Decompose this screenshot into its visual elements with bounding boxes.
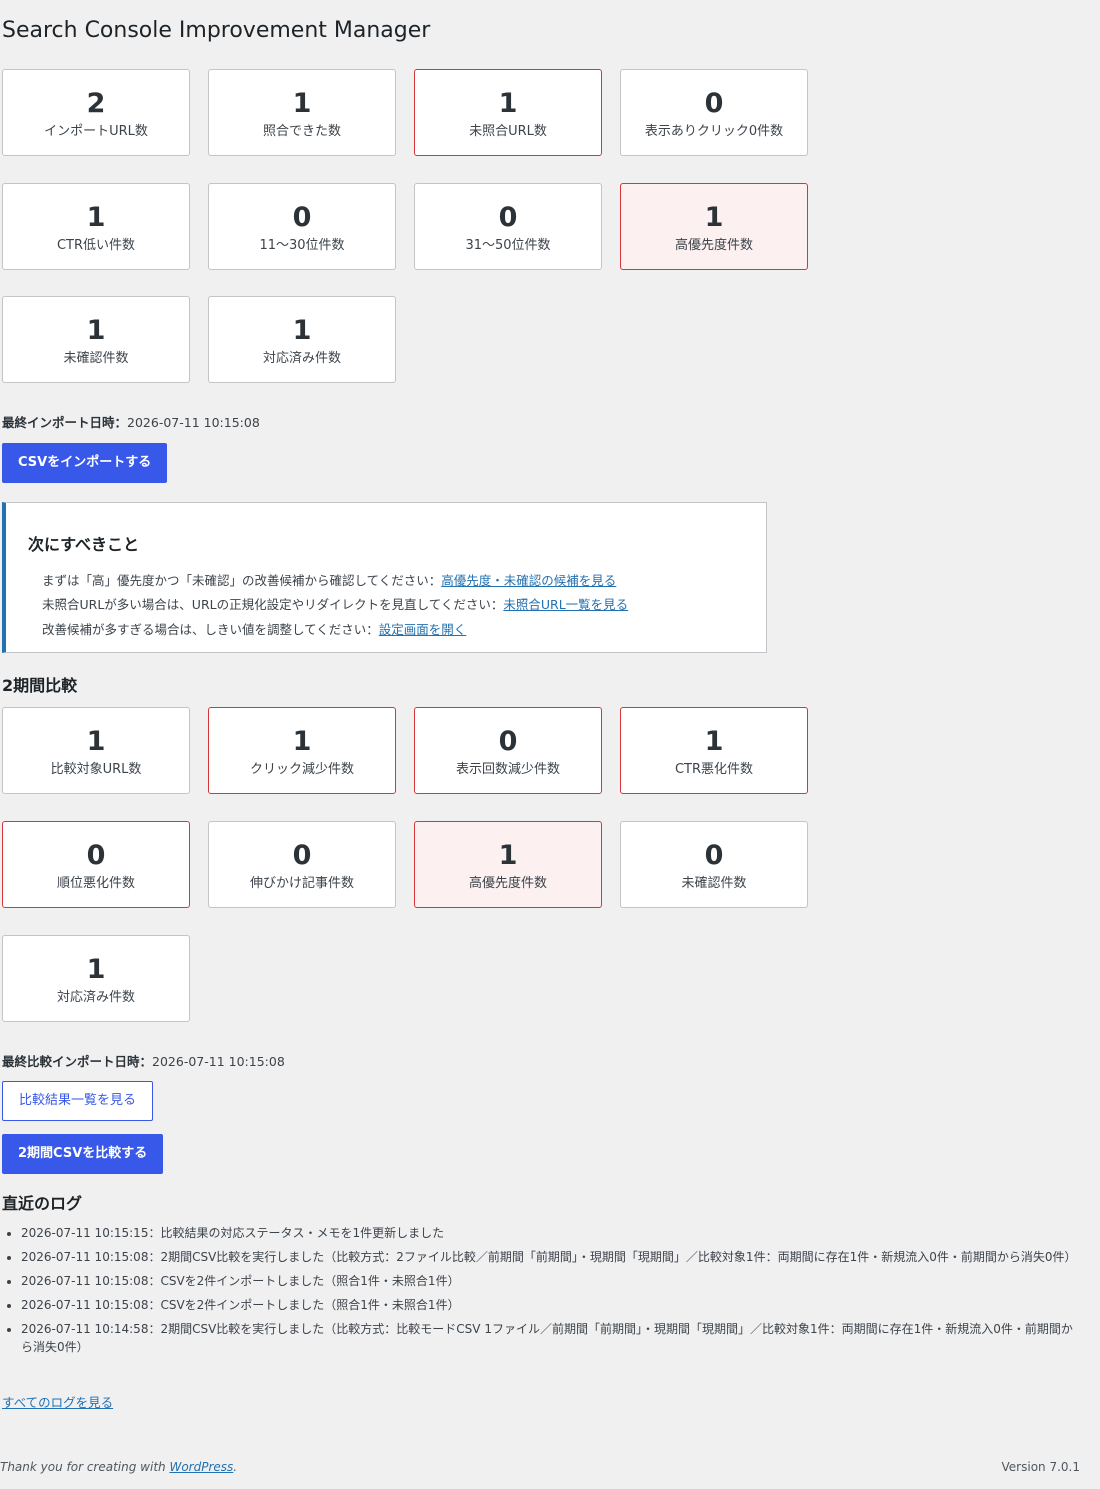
- stat-card: 0 伸びかけ記事件数: [208, 821, 396, 908]
- stat-value: 1: [704, 726, 724, 757]
- stat-value: 0: [498, 726, 518, 757]
- stat-label: 対応済み件数: [56, 990, 135, 1005]
- stat-label: 11〜30位件数: [259, 238, 345, 253]
- next-step-line: 未照合URLが多い場合は、URLの正規化設定やリダイレクトを見直してください：未…: [42, 597, 629, 612]
- stat-card: 1 クリック減少件数: [208, 707, 396, 794]
- stat-value: 1: [86, 726, 106, 757]
- high-priority-unconfirmed-link[interactable]: 高優先度・未確認の候補を見る: [441, 573, 616, 588]
- stat-value: 1: [292, 315, 312, 346]
- stat-card: 1 未確認件数: [2, 296, 190, 383]
- log-item: 2026-07-11 10:15:08：2期間CSV比較を実行しました（比較方式…: [21, 1248, 1084, 1266]
- stat-card: 1 対応済み件数: [2, 935, 190, 1022]
- stat-card: 0 順位悪化件数: [2, 821, 190, 908]
- stat-value: 0: [704, 840, 724, 871]
- stat-card: 1 対応済み件数: [208, 296, 396, 383]
- page-title: Search Console Improvement Manager: [2, 18, 431, 43]
- stat-card: 1 CTR低い件数: [2, 183, 190, 270]
- stat-label: 31〜50位件数: [465, 238, 551, 253]
- stat-value: 1: [498, 88, 518, 119]
- stat-value: 1: [86, 202, 106, 233]
- stat-label: 比較対象URL数: [50, 762, 142, 777]
- stat-card: 1 未照合URL数: [414, 69, 602, 156]
- footer-version: Version 7.0.1: [1001, 1460, 1080, 1474]
- view-comparison-results-button[interactable]: 比較結果一覧を見る: [2, 1081, 154, 1121]
- stat-label: 未確認件数: [681, 876, 747, 891]
- next-step-line: 改善候補が多すぎる場合は、しきい値を調整してください：設定画面を開く: [42, 622, 467, 637]
- stat-label: 高優先度件数: [468, 876, 547, 891]
- stat-card: 1 照合できた数: [208, 69, 396, 156]
- stat-value: 0: [292, 202, 312, 233]
- stat-label: 未確認件数: [63, 351, 129, 366]
- unmatched-url-list-link[interactable]: 未照合URL一覧を見る: [503, 597, 628, 612]
- stat-label: 未照合URL数: [469, 124, 547, 139]
- wordpress-link[interactable]: WordPress: [169, 1460, 233, 1474]
- compare-two-periods-button[interactable]: 2期間CSVを比較する: [2, 1134, 164, 1174]
- stat-label: 照合できた数: [262, 124, 341, 139]
- last-import-label: 最終インポート日時：: [2, 415, 128, 430]
- log-item: 2026-07-11 10:15:08：CSVを2件インポートしました（照合1件…: [21, 1272, 1084, 1290]
- stat-value: 0: [86, 840, 106, 871]
- log-item: 2026-07-11 10:14:58：2期間CSV比較を実行しました（比較方式…: [21, 1320, 1084, 1356]
- next-steps-title: 次にすべきこと: [28, 535, 140, 554]
- settings-link[interactable]: 設定画面を開く: [379, 622, 467, 637]
- stat-value: 1: [86, 315, 106, 346]
- stat-label: インポートURL数: [44, 124, 148, 139]
- stat-label: クリック減少件数: [249, 762, 354, 777]
- stat-value: 1: [704, 202, 724, 233]
- comparison-title: 2期間比較: [2, 676, 78, 695]
- stat-card: 1 比較対象URL数: [2, 707, 190, 794]
- stat-label: 伸びかけ記事件数: [249, 876, 354, 891]
- stat-card: 0 未確認件数: [620, 821, 808, 908]
- stat-label: CTR悪化件数: [674, 762, 754, 777]
- recent-logs-title: 直近のログ: [2, 1194, 83, 1213]
- log-item: 2026-07-11 10:15:08：CSVを2件インポートしました（照合1件…: [21, 1296, 1084, 1314]
- stat-value: 1: [292, 726, 312, 757]
- next-step-line: まずは「高」優先度かつ「未確認」の改善候補から確認してください：高優先度・未確認…: [42, 573, 617, 588]
- stat-card: 0 31〜50位件数: [414, 183, 602, 270]
- stat-label: 対応済み件数: [262, 351, 341, 366]
- last-comparison-import-value: 2026-07-11 10:15:08: [152, 1054, 285, 1069]
- stat-card: 2 インポートURL数: [2, 69, 190, 156]
- stat-value: 0: [292, 840, 312, 871]
- recent-logs-list: 2026-07-11 10:15:15：比較結果の対応ステータス・メモを1件更新…: [2, 1224, 1084, 1362]
- last-comparison-import-info: 最終比較インポート日時：2026-07-11 10:15:08: [2, 1051, 285, 1070]
- footer-thanks: Thank you for creating with WordPress.: [0, 1460, 238, 1474]
- stat-label: 表示回数減少件数: [455, 762, 560, 777]
- stat-label: 表示ありクリック0件数: [644, 124, 784, 139]
- stat-label: 高優先度件数: [674, 238, 753, 253]
- stat-value: 1: [292, 88, 312, 119]
- stat-value: 0: [498, 202, 518, 233]
- stat-label: 順位悪化件数: [56, 876, 135, 891]
- stat-card: 0 表示ありクリック0件数: [620, 69, 808, 156]
- last-import-value: 2026-07-11 10:15:08: [127, 415, 260, 430]
- import-csv-button[interactable]: CSVをインポートする: [2, 443, 168, 483]
- log-item: 2026-07-11 10:15:15：比較結果の対応ステータス・メモを1件更新…: [21, 1224, 1084, 1242]
- next-steps-notice: 次にすべきこと まずは「高」優先度かつ「未確認」の改善候補から確認してください：…: [2, 502, 767, 653]
- stat-value: 1: [498, 840, 518, 871]
- stat-value: 1: [86, 954, 106, 985]
- stat-card: 1 CTR悪化件数: [620, 707, 808, 794]
- all-logs-link[interactable]: すべてのログを見る: [2, 1392, 113, 1411]
- last-comparison-import-label: 最終比較インポート日時：: [2, 1054, 153, 1069]
- stat-card: 1 高優先度件数: [414, 821, 602, 908]
- stat-value: 2: [86, 88, 106, 119]
- last-import-info: 最終インポート日時：2026-07-11 10:15:08: [2, 412, 260, 431]
- stat-card: 0 11〜30位件数: [208, 183, 396, 270]
- stat-card: 1 高優先度件数: [620, 183, 808, 270]
- stat-value: 0: [704, 88, 724, 119]
- stat-label: CTR低い件数: [56, 238, 136, 253]
- stat-card: 0 表示回数減少件数: [414, 707, 602, 794]
